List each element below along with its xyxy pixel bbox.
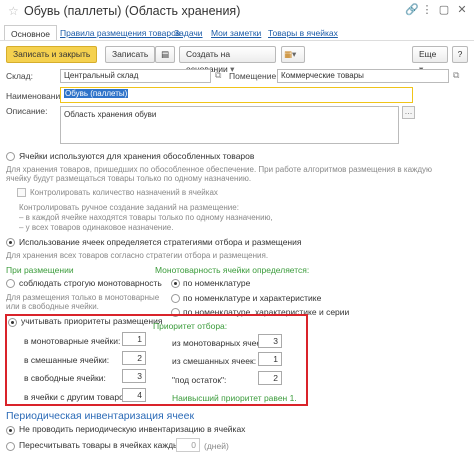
prio-free-label: в свободные ячейки: xyxy=(24,373,106,383)
priorities-radio[interactable] xyxy=(8,318,17,327)
recount-radio[interactable] xyxy=(6,442,15,451)
prio-mixed-label: в смешанные ячейки: xyxy=(24,355,110,365)
window-title: Обувь (паллеты) (Область хранения) xyxy=(24,4,241,18)
separate-goods-note-1: Для хранения товаров, пришедших по обосо… xyxy=(6,165,433,174)
prio-other-input[interactable]: 4 xyxy=(122,388,146,402)
recount-days-input[interactable]: 0 xyxy=(176,438,200,452)
by-nomenclature-label[interactable]: по номенклатуре xyxy=(183,278,250,288)
pick-under-label: "под остаток": xyxy=(172,375,227,385)
open-link-icon[interactable]: ⧉ xyxy=(453,70,459,81)
tab-notes[interactable]: Мои заметки xyxy=(211,25,261,41)
strict-mono-radio[interactable] xyxy=(6,279,15,288)
pick-mixed-label: из смешанных ячеек: xyxy=(172,356,257,366)
note-icon-button[interactable]: ▤ xyxy=(155,46,175,63)
strict-mono-label[interactable]: соблюдать строгую монотоварность xyxy=(19,278,162,288)
separate-goods-radio[interactable] xyxy=(6,152,15,161)
prio-free-input[interactable]: 3 xyxy=(122,369,146,383)
open-link-icon[interactable]: ⧉ xyxy=(215,70,221,81)
prio-mixed-input[interactable]: 2 xyxy=(122,351,146,365)
prio-mono-label: в монотоварные ячейки: xyxy=(24,336,121,346)
strategies-label[interactable]: Использование ячеек определяется стратег… xyxy=(19,237,301,247)
tab-placement-rules[interactable]: Правила размещения товаров xyxy=(60,25,180,41)
separate-goods-note-2: ячейку будут размещаться товары только п… xyxy=(6,174,252,183)
by-nom-char-radio[interactable] xyxy=(171,294,180,303)
more-button[interactable]: Еще ▾ xyxy=(412,46,448,74)
create-basis-button[interactable]: Создать на основании ▾ xyxy=(179,46,276,74)
inventory-header: Периодическая инвентаризация ячеек xyxy=(6,410,195,422)
recount-label[interactable]: Пересчитывать товары в ячейках каждые: xyxy=(19,440,186,450)
link-icon[interactable]: 🔗 xyxy=(405,4,419,16)
tab-goods-in-cells[interactable]: Товары в ячейках xyxy=(268,25,338,41)
strategies-radio[interactable] xyxy=(6,238,15,247)
recount-days-label: (дней) xyxy=(204,441,229,451)
close-icon[interactable]: ✕ xyxy=(456,4,468,16)
room-field[interactable]: Коммерческие товары xyxy=(277,69,449,83)
name-value: Обувь (паллеты) xyxy=(64,89,129,98)
tab-tasks[interactable]: Задачи xyxy=(174,25,203,41)
no-periodic-radio[interactable] xyxy=(6,426,15,435)
tab-main[interactable]: Основное xyxy=(4,25,57,41)
chevron-down-icon: ▾ xyxy=(292,49,297,59)
help-button[interactable]: ? xyxy=(452,46,468,63)
printer-icon: ▦ xyxy=(284,49,293,59)
control-assignments-label[interactable]: Контролировать количество назначений в я… xyxy=(30,188,218,197)
warehouse-field[interactable]: Центральный склад xyxy=(60,69,211,83)
no-periodic-label[interactable]: Не проводить периодическую инвентаризаци… xyxy=(19,424,245,434)
by-nomenclature-radio[interactable] xyxy=(171,279,180,288)
warehouse-label: Склад: xyxy=(6,71,33,81)
strategies-note: Для хранения всех товаров согласно страт… xyxy=(6,251,269,260)
description-label: Описание: xyxy=(6,106,48,116)
prio-mono-input[interactable]: 1 xyxy=(122,332,146,346)
manual-note-2: – в каждой ячейке находятся товары тольк… xyxy=(19,213,273,222)
tab-divider xyxy=(0,40,474,41)
priorities-label[interactable]: учитывать приоритеты размещения xyxy=(21,316,162,326)
save-button[interactable]: Записать xyxy=(105,46,156,63)
by-nom-char-label[interactable]: по номенклатуре и характеристике xyxy=(183,293,321,303)
highest-priority-note: Наивысший приоритет равен 1. xyxy=(172,393,297,403)
strict-note-1: Для размещения только в монотоварные xyxy=(6,293,160,302)
save-close-button[interactable]: Записать и закрыть xyxy=(6,46,98,63)
name-field[interactable]: Обувь (паллеты) xyxy=(60,87,413,103)
room-label: Помещение: xyxy=(229,71,279,81)
description-field[interactable]: Область хранения обуви xyxy=(60,106,399,144)
control-assignments-checkbox[interactable] xyxy=(17,188,26,197)
pick-mixed-input[interactable]: 1 xyxy=(258,352,282,366)
more-label: Еще xyxy=(419,49,437,59)
pick-under-input[interactable]: 2 xyxy=(258,371,282,385)
maximize-icon[interactable]: ▢ xyxy=(438,4,450,16)
mono-header: Монотоварность ячейки определяется: xyxy=(155,265,310,275)
separate-goods-label[interactable]: Ячейки используются для хранения обособл… xyxy=(19,151,254,161)
placement-header: При размещении xyxy=(6,265,74,275)
manual-note-3: – у всех товаров одинаковое назначение. xyxy=(19,223,174,232)
favorite-star-icon[interactable]: ☆ xyxy=(8,4,19,18)
description-expand-button[interactable]: … xyxy=(402,106,415,119)
more-icon[interactable]: ⋮ xyxy=(421,4,433,16)
name-label: Наименование: xyxy=(6,91,68,101)
pick-mono-input[interactable]: 3 xyxy=(258,334,282,348)
print-button[interactable]: ▦▾ xyxy=(281,46,305,63)
pick-priority-header: Приоритет отбора: xyxy=(153,321,228,331)
manual-note-1: Контролировать ручное создание заданий н… xyxy=(19,203,239,212)
strict-note-2: или в свободные ячейки. xyxy=(6,302,99,311)
prio-other-label: в ячейки с другим товаром: xyxy=(24,392,133,402)
pick-mono-label: из монотоварных ячеек: xyxy=(172,338,268,348)
